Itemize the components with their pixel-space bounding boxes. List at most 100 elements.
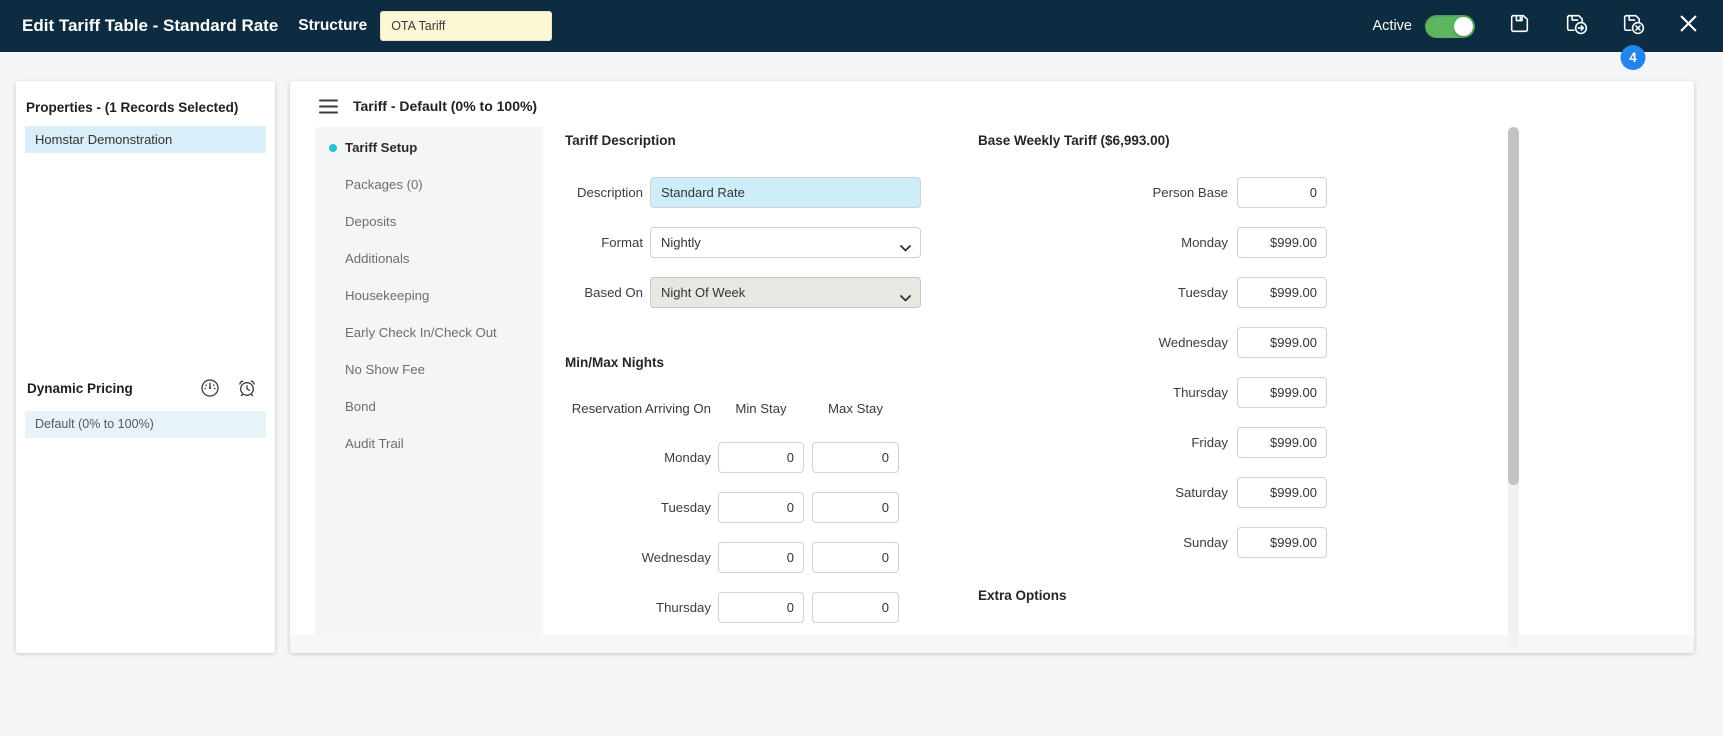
tariff-amount-input[interactable] <box>1237 477 1327 508</box>
save-close-icon <box>1620 10 1647 42</box>
properties-panel: Properties - (1 Records Selected) Homsta… <box>16 81 275 653</box>
nav-item-label: No Show Fee <box>345 362 425 377</box>
nav-item[interactable]: Additionals <box>315 240 543 277</box>
tariff-day-label: Thursday <box>978 385 1228 400</box>
dynamic-pricing-item[interactable]: Default (0% to 100%) <box>25 411 266 438</box>
tariff-amount-input[interactable] <box>1237 377 1327 408</box>
description-row: Description <box>565 177 921 208</box>
nav-item[interactable]: Audit Trail <box>315 425 543 462</box>
save-button[interactable] <box>1506 13 1532 39</box>
nav-item[interactable]: Housekeeping <box>315 277 543 314</box>
min-max-row: Monday <box>565 442 921 473</box>
min-stay-input[interactable] <box>718 592 804 623</box>
chevron-down-icon <box>900 290 911 305</box>
min-stay-input[interactable] <box>718 542 804 573</box>
tariff-panel: Tariff - Default (0% to 100%) Tariff Set… <box>290 81 1694 653</box>
nav-item[interactable]: No Show Fee <box>315 351 543 388</box>
nav-item-label: Bond <box>345 399 376 414</box>
day-label: Tuesday <box>565 500 711 515</box>
tariff-day-label: Saturday <box>978 485 1228 500</box>
active-bullet-icon <box>329 144 337 152</box>
tariff-day-label: Tuesday <box>978 285 1228 300</box>
structure-label: Structure <box>298 17 367 35</box>
min-max-row: Wednesday <box>565 542 921 573</box>
max-stay-input[interactable] <box>812 492 899 523</box>
tariff-panel-header: Tariff - Default (0% to 100%) <box>319 98 537 114</box>
badge-count: 4 <box>1621 45 1646 70</box>
based-on-select[interactable]: Night Of Week <box>650 277 921 308</box>
base-weekly-rows: Person Base Monday Tuesday Wednesday <box>978 177 1343 558</box>
toggle-knob <box>1454 17 1473 36</box>
base-weekly-tariff-section: Base Weekly Tariff ($6,993.00) Person Ba… <box>978 131 1343 606</box>
tariff-day-label: Person Base <box>978 185 1228 200</box>
dynamic-pricing-actions <box>200 378 266 398</box>
based-on-label: Based On <box>565 285 643 300</box>
col-header-day: Reservation Arriving On <box>565 401 711 416</box>
tariff-amount-input[interactable] <box>1237 227 1327 258</box>
horizontal-scroll-track <box>290 635 1694 653</box>
min-stay-input[interactable] <box>718 492 804 523</box>
min-stay-input[interactable] <box>718 442 804 473</box>
extra-options-heading: Extra Options <box>978 586 1343 606</box>
scrollbar-thumb[interactable] <box>1508 127 1519 485</box>
format-select[interactable]: Nightly <box>650 227 921 258</box>
nav-item[interactable]: Tariff Setup <box>315 129 543 166</box>
alarm-clock-icon[interactable] <box>237 378 257 398</box>
base-weekly-row: Person Base <box>978 177 1343 208</box>
close-icon <box>1679 14 1698 38</box>
tariff-amount-input[interactable] <box>1237 177 1327 208</box>
properties-list: Homstar Demonstration <box>16 126 275 153</box>
min-max-column-headers: Reservation Arriving On Min Stay Max Sta… <box>565 401 921 416</box>
tariff-amount-input[interactable] <box>1237 327 1327 358</box>
close-button[interactable] <box>1675 13 1701 39</box>
menu-icon[interactable] <box>319 99 338 114</box>
tariff-description-heading: Tariff Description <box>565 131 921 151</box>
tariff-amount-input[interactable] <box>1237 277 1327 308</box>
nav-item[interactable]: Deposits <box>315 203 543 240</box>
max-stay-input[interactable] <box>812 542 899 573</box>
tariff-amount-input[interactable] <box>1237 527 1327 558</box>
dynamic-pricing-list: Default (0% to 100%) <box>25 411 266 438</box>
base-weekly-tariff-heading: Base Weekly Tariff ($6,993.00) <box>978 131 1343 151</box>
nav-item-label: Packages (0) <box>345 177 423 192</box>
property-list-item[interactable]: Homstar Demonstration <box>25 126 266 153</box>
save-next-button[interactable] <box>1563 13 1589 39</box>
max-stay-input[interactable] <box>812 592 899 623</box>
nav-item-label: Early Check In/Check Out <box>345 325 497 340</box>
tariff-amount-input[interactable] <box>1237 427 1327 458</box>
page-title: Edit Tariff Table - Standard Rate <box>22 16 278 36</box>
day-label: Monday <box>565 450 711 465</box>
base-weekly-row: Sunday <box>978 527 1343 558</box>
save-next-icon <box>1563 10 1590 42</box>
save-close-button[interactable]: 4 <box>1620 13 1646 39</box>
col-header-min-stay: Min Stay <box>718 401 804 416</box>
nav-item-label: Deposits <box>345 214 396 229</box>
max-stay-input[interactable] <box>812 442 899 473</box>
base-weekly-row: Friday <box>978 427 1343 458</box>
description-input[interactable] <box>650 177 921 208</box>
col-header-max-stay: Max Stay <box>812 401 899 416</box>
base-weekly-row: Monday <box>978 227 1343 258</box>
dynamic-pricing-section: Dynamic Pricing <box>25 378 266 438</box>
nav-item[interactable]: Packages (0) <box>315 166 543 203</box>
day-label: Thursday <box>565 600 711 615</box>
save-icon <box>1507 11 1532 41</box>
tariff-day-label: Sunday <box>978 535 1228 550</box>
format-row: Format Nightly <box>565 227 921 258</box>
tariff-setup-form: Tariff Description Description Format Ni… <box>565 131 921 623</box>
day-label: Wednesday <box>565 550 711 565</box>
active-toggle[interactable] <box>1425 15 1475 38</box>
vertical-scrollbar[interactable] <box>1508 127 1519 648</box>
dynamic-pricing-header: Dynamic Pricing <box>25 378 266 398</box>
tariff-day-label: Wednesday <box>978 335 1228 350</box>
description-label: Description <box>565 185 643 200</box>
gauge-icon[interactable] <box>200 378 220 398</box>
min-max-row: Tuesday <box>565 492 921 523</box>
format-select-value: Nightly <box>661 235 701 250</box>
nav-item[interactable]: Bond <box>315 388 543 425</box>
based-on-row: Based On Night Of Week <box>565 277 921 308</box>
nav-item[interactable]: Early Check In/Check Out <box>315 314 543 351</box>
base-weekly-row: Wednesday <box>978 327 1343 358</box>
structure-input[interactable] <box>380 11 552 41</box>
tariff-title: Tariff - Default (0% to 100%) <box>353 98 537 114</box>
